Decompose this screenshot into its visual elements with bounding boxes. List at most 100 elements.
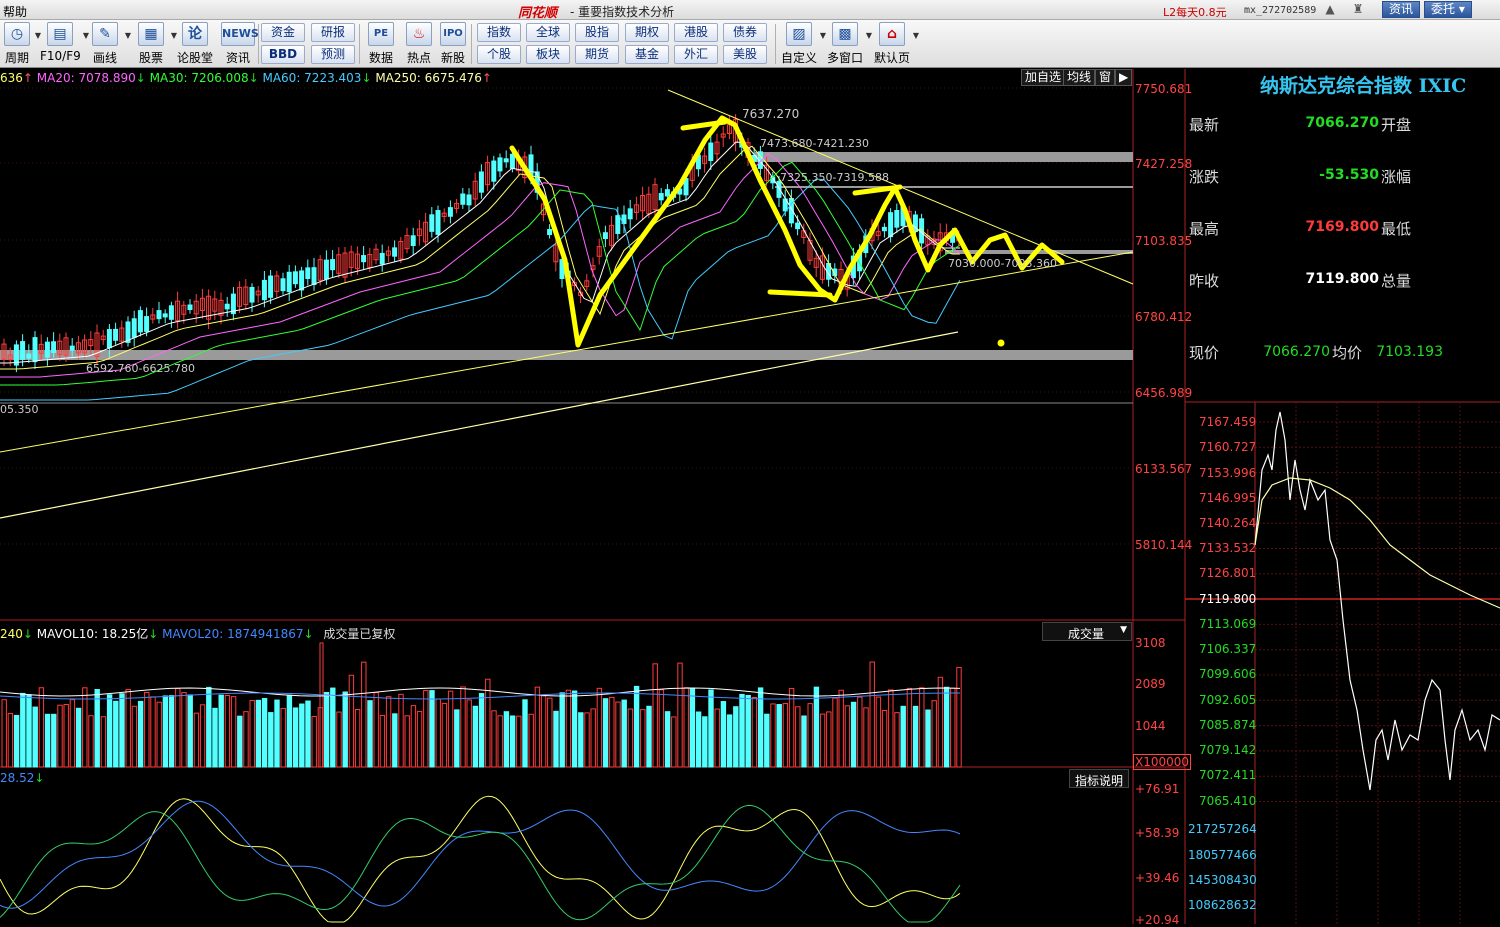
candlestick-body [268,275,274,298]
button-global[interactable]: 全球 [526,23,570,42]
volume-bar [144,691,150,768]
window-title: - 重要指数技术分析 [570,5,675,19]
volume-bar [57,704,63,768]
volume-bar [206,686,212,768]
volume-bar [869,661,875,768]
bell-icon[interactable]: ▲ [1322,2,1338,17]
volume-bar [88,715,94,768]
stock-icon: ▦ [138,22,164,46]
intraday-price-line [1254,411,1500,791]
trust-button[interactable]: 委托 ▾ [1424,1,1472,18]
ma-settings-button[interactable]: 均线 [1063,69,1096,86]
volume-bar [113,700,119,768]
button-sector[interactable]: 板块 [526,45,570,64]
quote-label-open: 开盘 [1381,116,1412,134]
volume-bar [633,685,640,768]
candlestick-body [144,316,150,332]
handdrawn-mark [680,119,728,131]
quote-label-latest: 最新 [1189,116,1220,134]
volume-bar [125,689,131,768]
quote-value-change: -53.530 [1319,167,1379,183]
volume-unit-label: X100000 [1133,754,1192,770]
button-funds[interactable]: 基金 [625,45,669,64]
ma30-value: MA30: 7206.008 [149,71,249,85]
volume-bar [156,701,162,768]
quote-label-change: 涨跌 [1189,168,1220,186]
avg-price-label: 均价 [1332,344,1363,362]
button-forex[interactable]: 外汇 [674,45,718,64]
button-single-stock[interactable]: 个股 [477,45,521,64]
volume-indicator-select[interactable]: 成交量 ▼ [1042,622,1132,641]
quote-label-total-volume: 总量 [1381,272,1412,290]
candlestick-body [491,160,497,182]
button-us-stocks[interactable]: 美股 [723,45,767,64]
candlestick-body [162,313,168,318]
button-hk-stocks[interactable]: 港股 [674,23,718,42]
candlestick-body [379,252,385,265]
customize-icon: ▨ [786,22,812,46]
candlestick-body [299,270,305,291]
candlestick-body [305,267,311,279]
indicator-help-button[interactable]: 指标说明 [1069,769,1130,788]
button-index[interactable]: 指数 [477,23,521,42]
volume-bar [652,663,658,768]
f10-icon: ▤ [47,22,73,46]
intraday-volume-axis-label: 145308430 [1188,873,1257,887]
volume-bar [75,707,82,768]
news-button[interactable]: 资讯 [1382,1,1421,18]
volume-bar [956,666,962,768]
button-futures[interactable]: 期货 [575,45,619,64]
intraday-axis-label: 7160.727 [1199,440,1257,454]
tool-hot[interactable]: ♨ 热点 [404,22,434,66]
candlestick-body [51,341,57,353]
account-name[interactable]: mx_272702589 [1244,5,1316,16]
volume-bar [392,713,398,768]
volume-bar [621,699,627,768]
tool-multi-window[interactable]: ▩ 多窗口 ▼ [827,22,872,66]
button-capital[interactable]: 资金 [261,23,305,42]
candlestick-body [795,222,801,230]
volume-bar [385,696,392,768]
volume-axis-label: 2089 [1135,677,1166,691]
indicator-axis-label: +39.46 [1135,871,1180,885]
volume-bar [367,700,373,768]
volume-bar [373,692,379,768]
button-research[interactable]: 研报 [311,23,355,42]
candlestick-body [664,189,670,197]
tool-forum[interactable]: 论论股堂 [176,22,214,66]
l2-promo-link[interactable]: L2每天0.8元 [1163,4,1227,20]
button-forecast[interactable]: 预测 [311,45,355,64]
candlestick-body [131,318,137,338]
tool-customize[interactable]: ▨ 自定义 ▼ [781,22,826,66]
tool-cycle[interactable]: ◷ 周期 ▼ [2,22,41,66]
tool-data[interactable]: PE 数据 [366,22,396,66]
volume-bar [832,697,838,768]
tool-stock[interactable]: ▦ 股票 ▼ [134,22,177,66]
intraday-axis-label: 7099.606 [1199,667,1257,681]
button-stock-index-futures[interactable]: 股指 [575,23,619,42]
volume-axis-label: 1044 [1135,719,1166,733]
tool-news[interactable]: NEWS 资讯 [220,22,259,66]
tool-f10[interactable]: ▤ F10/F9 ▼ [40,22,89,66]
tool-default-page[interactable]: ⌂ 默认页 ▼ [874,22,919,66]
volume-bar [807,703,813,768]
add-watchlist-button[interactable]: 加自选 [1021,69,1066,86]
button-bbd[interactable]: BBD [261,45,305,64]
volume-bar [745,694,751,768]
candlestick-body [280,278,286,292]
volume-bar [491,710,497,768]
tool-draw-line[interactable]: ✎ 画线 ▼ [88,22,131,66]
button-bonds[interactable]: 债券 [723,23,767,42]
button-options[interactable]: 期权 [625,23,669,42]
expand-icon[interactable]: ▶ [1115,69,1133,86]
volume-bar [602,698,609,768]
candlestick-body [708,142,714,162]
shirt-icon[interactable]: ♜ [1350,2,1366,17]
peak-annotation: 7637.270 [742,107,800,121]
window-button[interactable]: 窗 [1095,69,1116,86]
volume-bar [912,705,919,768]
tool-ipo[interactable]: IPO 新股 [439,22,467,66]
menu-help[interactable]: 帮助 [3,3,27,20]
volume-bar [441,702,448,768]
volume-bar [1,699,7,768]
